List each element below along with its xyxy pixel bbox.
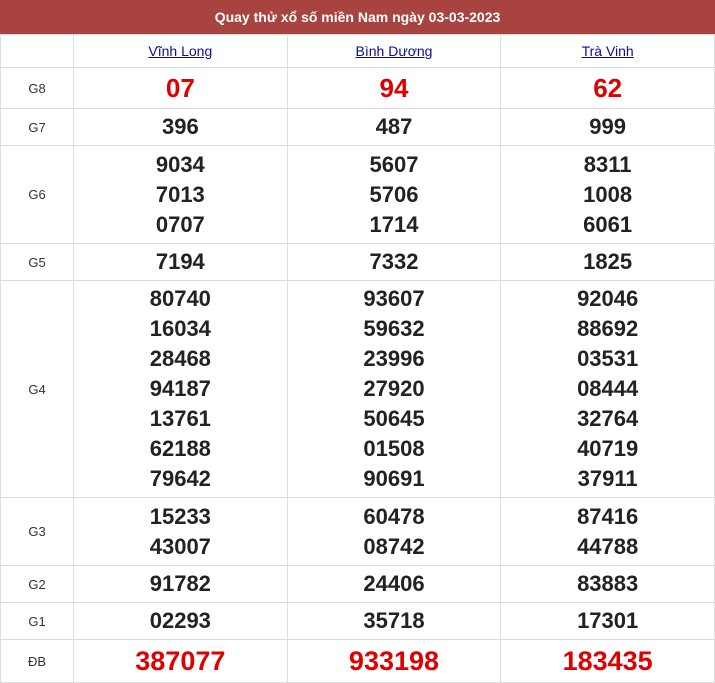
- prize-row-g1: G1 02293 35718 17301: [0, 602, 715, 640]
- province-link-tra-vinh[interactable]: Trà Vinh: [582, 43, 634, 59]
- prize-number: 0707: [155, 211, 205, 237]
- prize-number: 94: [286, 67, 502, 109]
- province-header: Trà Vinh: [500, 34, 715, 68]
- prize-row-g3: G3 15233 43007 60478 08742 87416 44788: [0, 497, 715, 566]
- prize-number: 487: [286, 108, 502, 146]
- page-title: Quay thử xổ số miền Nam ngày 03-03-2023: [0, 0, 715, 34]
- prize-number: 999: [500, 108, 715, 146]
- prize-cell: 80740 16034 28468 94187 13761 62188 7964…: [73, 280, 288, 498]
- prize-number: 62188: [149, 436, 211, 461]
- province-header: Vĩnh Long: [73, 34, 288, 68]
- prize-number: 88692: [577, 316, 639, 341]
- prize-number: 7013: [155, 181, 205, 207]
- prize-number: 02293: [73, 602, 288, 640]
- special-prize-number: 183435: [500, 639, 715, 683]
- prize-label: G1: [0, 602, 74, 640]
- prize-number: 1714: [369, 211, 419, 237]
- prize-number: 01508: [363, 436, 425, 461]
- prize-label: ĐB: [0, 639, 74, 683]
- prize-number: 59632: [363, 316, 425, 341]
- prize-number: 1008: [583, 181, 633, 207]
- prize-number: 396: [73, 108, 288, 146]
- prize-number: 6061: [583, 211, 633, 237]
- province-header-row: Vĩnh Long Bình Dương Trà Vinh: [0, 34, 715, 68]
- prize-number: 15233: [149, 503, 211, 529]
- prize-row-g6: G6 9034 7013 0707 5607 5706 1714 8311 10…: [0, 145, 715, 244]
- special-prize-number: 387077: [73, 639, 288, 683]
- prize-row-g7: G7 396 487 999: [0, 108, 715, 146]
- results-table: Vĩnh Long Bình Dương Trà Vinh G8 07 94 6…: [0, 34, 715, 683]
- special-prize-number: 933198: [286, 639, 502, 683]
- prize-number: 7194: [73, 243, 288, 281]
- prize-number: 24406: [286, 565, 502, 603]
- prize-number: 9034: [155, 151, 205, 177]
- prize-number: 79642: [149, 466, 211, 491]
- prize-cell: 5607 5706 1714: [286, 145, 502, 244]
- prize-number: 08742: [363, 533, 425, 559]
- prize-number: 8311: [583, 151, 632, 177]
- prize-cell: 15233 43007: [73, 497, 288, 566]
- prize-number: 5607: [369, 151, 419, 177]
- prize-number: 44788: [577, 533, 639, 559]
- lottery-results-panel: Quay thử xổ số miền Nam ngày 03-03-2023 …: [0, 0, 715, 683]
- prize-number: 32764: [577, 406, 639, 431]
- prize-number: 94187: [149, 376, 211, 401]
- prize-number: 08444: [577, 376, 639, 401]
- prize-number: 43007: [149, 533, 211, 559]
- prize-number: 5706: [369, 181, 419, 207]
- prize-number: 90691: [363, 466, 425, 491]
- prize-number: 16034: [149, 316, 211, 341]
- prize-number: 80740: [149, 286, 211, 311]
- prize-number: 28468: [149, 346, 211, 371]
- prize-number: 35718: [286, 602, 502, 640]
- prize-cell: 92046 88692 03531 08444 32764 40719 3791…: [500, 280, 715, 498]
- prize-row-g4: G4 80740 16034 28468 94187 13761 62188 7…: [0, 280, 715, 498]
- prize-row-special: ĐB 387077 933198 183435: [0, 639, 715, 683]
- prize-number: 60478: [363, 503, 425, 529]
- prize-cell: 93607 59632 23996 27920 50645 01508 9069…: [286, 280, 502, 498]
- prize-number: 7332: [286, 243, 502, 281]
- prize-label: G2: [0, 565, 74, 603]
- prize-label: G7: [0, 108, 74, 146]
- prize-number: 07: [73, 67, 288, 109]
- prize-cell: 8311 1008 6061: [500, 145, 715, 244]
- prize-number: 92046: [577, 286, 639, 311]
- prize-number: 50645: [363, 406, 425, 431]
- province-header: Bình Dương: [286, 34, 502, 68]
- prize-number: 87416: [577, 503, 639, 529]
- corner-cell: [0, 34, 74, 68]
- prize-number: 27920: [363, 376, 425, 401]
- province-link-binh-duong[interactable]: Bình Dương: [356, 43, 433, 59]
- prize-number: 91782: [73, 565, 288, 603]
- prize-number: 23996: [363, 346, 425, 371]
- prize-label: G4: [0, 280, 74, 498]
- prize-number: 62: [500, 67, 715, 109]
- prize-label: G8: [0, 67, 74, 109]
- prize-number: 13761: [149, 406, 211, 431]
- prize-number: 40719: [577, 436, 639, 461]
- prize-cell: 60478 08742: [286, 497, 502, 566]
- prize-number: 17301: [500, 602, 715, 640]
- prize-cell: 87416 44788: [500, 497, 715, 566]
- prize-label: G3: [0, 497, 74, 566]
- prize-number: 37911: [577, 466, 638, 491]
- prize-number: 1825: [500, 243, 715, 281]
- prize-label: G6: [0, 145, 74, 244]
- prize-number: 03531: [577, 346, 639, 371]
- province-link-vinh-long[interactable]: Vĩnh Long: [148, 43, 212, 59]
- prize-number: 93607: [363, 286, 425, 311]
- prize-cell: 9034 7013 0707: [73, 145, 288, 244]
- prize-row-g2: G2 91782 24406 83883: [0, 565, 715, 603]
- prize-number: 83883: [500, 565, 715, 603]
- prize-row-g5: G5 7194 7332 1825: [0, 243, 715, 281]
- prize-row-g8: G8 07 94 62: [0, 67, 715, 109]
- prize-label: G5: [0, 243, 74, 281]
